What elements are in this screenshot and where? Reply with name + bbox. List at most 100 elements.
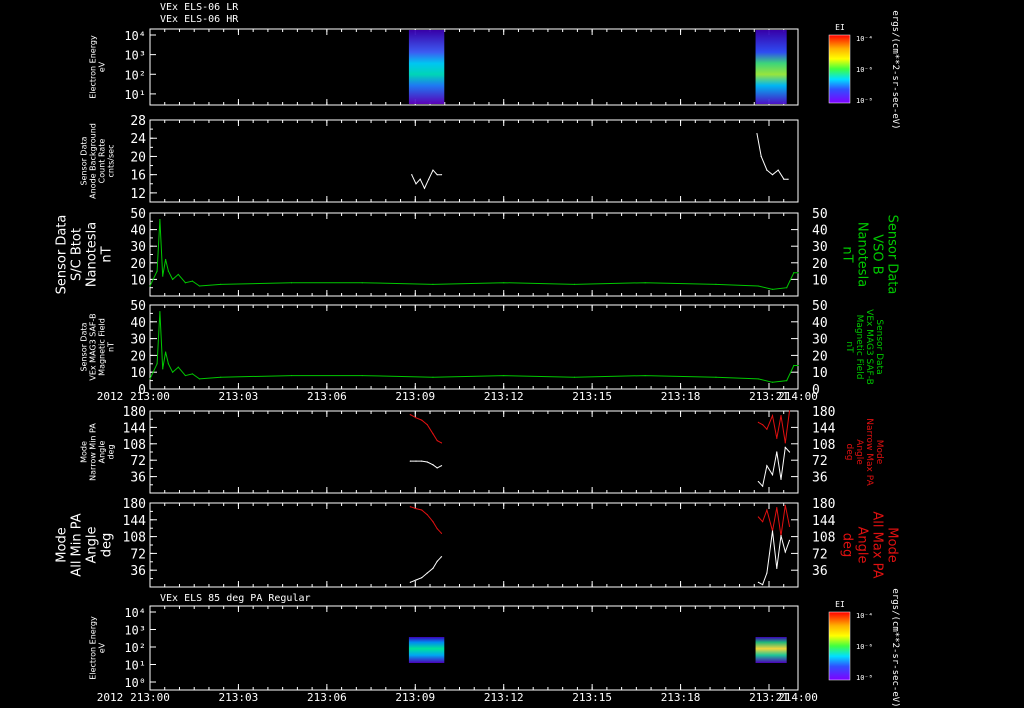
colorbar-unit: ergs/(cm**2-sr-sec-eV) [890, 588, 900, 707]
y-axis-label-4: nT [107, 342, 116, 352]
colorbar-tick-label: 10⁻⁴ [856, 612, 873, 620]
data-point [198, 378, 201, 380]
y-tick-label: 24 [130, 132, 146, 147]
right-axis-label-6: Angle [855, 527, 870, 564]
data-point [762, 521, 764, 523]
y-axis-label-7: Electron Energy [89, 616, 98, 680]
y-tick-label-right: 30 [812, 240, 828, 255]
right-axis-label-3: VSO B [870, 234, 885, 274]
data-point [290, 374, 293, 377]
right-axis-label-6: All Max PA [870, 511, 885, 578]
data-point [172, 371, 174, 373]
series-line [410, 414, 442, 444]
series-line [149, 311, 798, 383]
series-line [758, 410, 790, 443]
right-axis-label-4: VEx MAG3 SAF-B [864, 309, 874, 385]
y-tick-label: 10¹ [124, 659, 146, 673]
y-tick-label: 20 [130, 349, 146, 364]
data-point [409, 414, 411, 416]
data-point [757, 421, 759, 423]
x-tick-label: 213:12 [484, 691, 524, 704]
data-point [644, 374, 646, 377]
y-tick-label: 72 [130, 454, 146, 469]
y-tick-label: 20 [130, 150, 146, 165]
data-point [766, 428, 768, 430]
data-point [432, 169, 434, 171]
right-axis-label-4: Sensor Data [874, 319, 884, 374]
panel-frame-1 [149, 28, 799, 106]
data-point [440, 532, 443, 534]
x-tick-label: 213:00 [130, 390, 170, 403]
y-tick-label-right: 180 [812, 405, 835, 420]
y-axis-label-2: cnts/sec [107, 145, 116, 178]
data-point [780, 414, 782, 417]
data-point [762, 424, 764, 426]
y-tick-label: 144 [123, 421, 147, 436]
y-axis-label-6: Mode [55, 527, 70, 562]
data-point [797, 272, 799, 274]
data-point [191, 280, 194, 282]
data-point [793, 364, 795, 367]
data-point [757, 481, 759, 483]
data-point [156, 270, 158, 272]
y-tick-label: 40 [130, 224, 146, 239]
y-tick-label: 180 [123, 405, 146, 420]
data-point [184, 282, 186, 284]
spectrogram-block [755, 30, 787, 104]
data-point [766, 465, 768, 467]
data-point [415, 417, 417, 419]
x-tick-label: 213:18 [661, 691, 701, 704]
panel-frame-5 [149, 410, 799, 494]
colorbar [828, 34, 851, 104]
data-point [788, 525, 791, 527]
data-point [220, 283, 222, 285]
panel-frame-6 [149, 502, 799, 588]
data-point [776, 567, 778, 569]
spectrogram-block [755, 637, 787, 663]
data-point [793, 272, 795, 274]
data-point [756, 133, 758, 135]
y-tick-label: 180 [123, 497, 146, 512]
y-tick-label-right: 50 [812, 299, 828, 314]
series-line [758, 530, 790, 586]
data-point [415, 460, 417, 462]
data-point [159, 219, 161, 221]
y-tick-label-right: 108 [812, 438, 835, 453]
colorbar-tick-label: 10⁻⁶ [856, 643, 873, 651]
data-point [573, 376, 576, 378]
data-point [164, 351, 167, 353]
data-point [757, 285, 759, 287]
y-tick-label-right: 20 [812, 257, 828, 272]
data-point [573, 283, 576, 285]
data-point [786, 380, 788, 382]
x-tick-label: 213:06 [307, 691, 347, 704]
y-tick-label-right: 36 [812, 564, 828, 579]
y-tick-label: 72 [130, 547, 146, 562]
data-point [440, 556, 443, 558]
right-axis-label-5: deg [844, 444, 854, 461]
y-tick-label: 40 [130, 316, 146, 331]
data-point [787, 178, 789, 180]
panel-title: VEx ELS 85 deg PA Regular [160, 593, 311, 604]
y-axis-label-6: All Min PA [70, 513, 85, 576]
panel-frame-7 [149, 605, 799, 691]
y-tick-label: 10⁰ [124, 676, 146, 690]
right-axis-label-6: Mode [885, 527, 900, 562]
data-point [177, 366, 179, 368]
data-point [440, 174, 443, 176]
right-axis-label-3: Sensor Data [885, 215, 900, 295]
data-point [644, 282, 646, 284]
panel-frame-2 [149, 119, 799, 203]
data-point [797, 364, 799, 367]
x-axis-year: 2012 [97, 691, 124, 704]
data-point [788, 410, 791, 412]
data-point [784, 442, 786, 444]
series-line [758, 505, 790, 536]
data-point [780, 478, 782, 480]
right-axis-label-6: deg [840, 533, 855, 558]
series-line [410, 460, 442, 469]
data-point [760, 155, 762, 158]
y-tick-label: 28 [130, 114, 146, 129]
data-point [436, 467, 438, 469]
y-tick-label-right: 50 [812, 207, 828, 222]
